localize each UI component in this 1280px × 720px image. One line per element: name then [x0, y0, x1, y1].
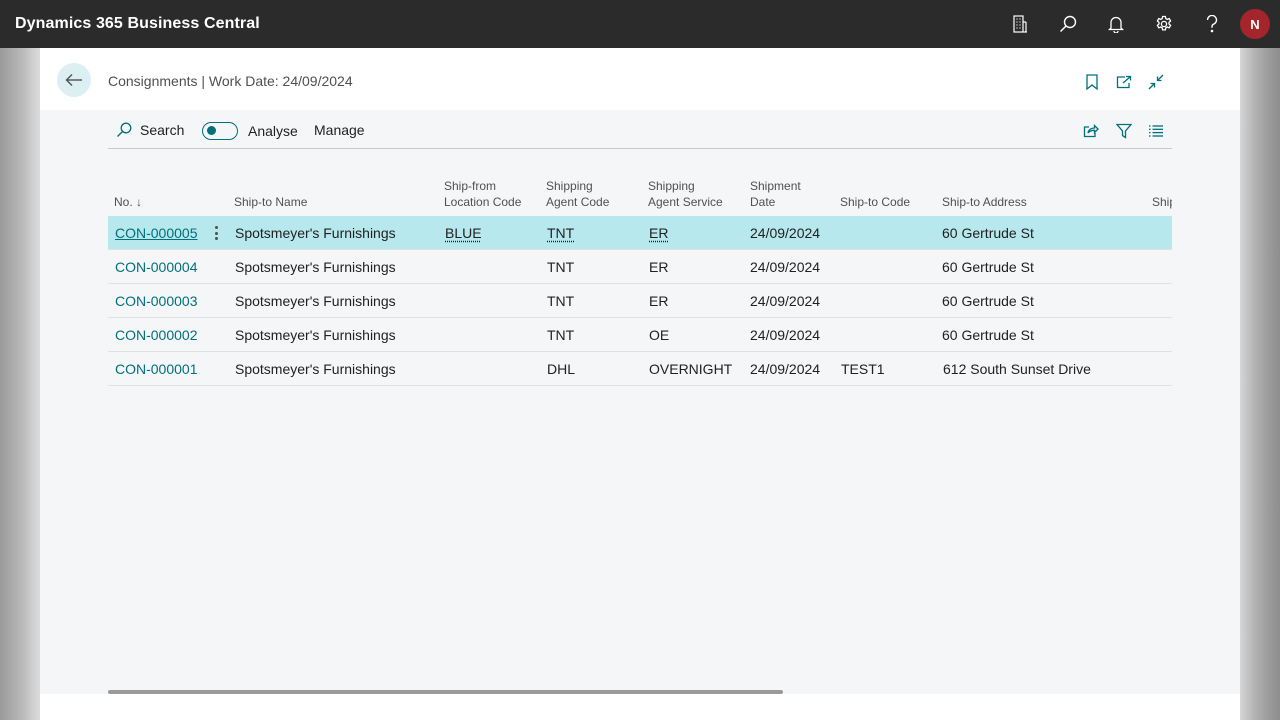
cell-agent: TNT	[547, 293, 575, 309]
collapse-icon[interactable]	[1145, 71, 1167, 93]
user-avatar[interactable]: N	[1240, 9, 1270, 39]
top-bar-actions: N	[996, 0, 1280, 48]
list-page-panel: Consignments | Work Date: 24/09/2024 Sea…	[40, 48, 1240, 720]
manage-label: Manage	[314, 122, 365, 138]
cell-ship-to-name: Spotsmeyer's Furnishings	[235, 225, 396, 241]
cell-no[interactable]: CON-000003	[115, 293, 198, 309]
cell-ship-to-name: Spotsmeyer's Furnishings	[235, 361, 396, 377]
page-title: Consignments | Work Date: 24/09/2024	[108, 73, 353, 89]
backdrop-right	[1240, 48, 1280, 720]
panel-footer	[40, 694, 1240, 720]
cell-no[interactable]: CON-000001	[115, 361, 198, 377]
column-header-agent-code[interactable]: Shipping Agent Code	[546, 178, 609, 210]
bell-icon[interactable]	[1092, 0, 1140, 48]
row-actions-icon[interactable]	[212, 225, 220, 241]
column-header-ship-to-code[interactable]: Ship-to Code	[840, 194, 910, 210]
column-header-no[interactable]: No. ↓	[114, 194, 142, 210]
column-header-shipment-date[interactable]: Shipment Date	[750, 178, 801, 210]
cell-no[interactable]: CON-000002	[115, 327, 198, 343]
cell-service: OVERNIGHT	[649, 361, 733, 377]
cell-agent: DHL	[547, 361, 576, 377]
table-row[interactable]: CON-000001 Spotsmeyer's Furnishings DHL …	[108, 352, 1172, 386]
consignments-grid: No. ↓ Ship-to Name Ship-from Location Co…	[108, 174, 1172, 389]
cell-date: 24/09/2024	[750, 327, 821, 343]
header-line: Agent Service	[648, 195, 723, 209]
bookmark-icon[interactable]	[1081, 71, 1103, 93]
analyse-switch[interactable]	[202, 122, 238, 140]
cell-service: OE	[649, 327, 670, 343]
cell-agent: TNT	[547, 259, 575, 275]
table-row[interactable]: CON-000005 Spotsmeyer's Furnishings BLUE…	[108, 216, 1172, 250]
header-line: Agent Code	[546, 195, 610, 209]
backdrop-left	[0, 48, 40, 720]
column-header-agent-service[interactable]: Shipping Agent Service	[648, 178, 723, 210]
page-header: Consignments | Work Date: 24/09/2024	[40, 48, 1240, 110]
cell-date: 24/09/2024	[750, 293, 821, 309]
cell-date: 24/09/2024	[750, 225, 821, 241]
help-icon[interactable]	[1188, 0, 1236, 48]
cell-service: ER	[649, 293, 669, 309]
table-row[interactable]: CON-000002 Spotsmeyer's Furnishings TNT …	[108, 318, 1172, 352]
header-line: Location Code	[444, 195, 522, 209]
action-bar: Search Analyse Manage	[108, 118, 1172, 149]
search-action[interactable]: Search	[116, 122, 184, 138]
column-header-truncated[interactable]: Ship	[1152, 194, 1172, 210]
header-line: Shipping	[546, 179, 593, 193]
gear-icon[interactable]	[1140, 0, 1188, 48]
back-button[interactable]	[57, 63, 91, 97]
share-icon[interactable]	[1081, 121, 1101, 141]
column-header-ship-from-location[interactable]: Ship-from Location Code	[444, 178, 521, 210]
header-line: Date	[750, 195, 776, 209]
cell-date: 24/09/2024	[750, 361, 821, 377]
cell-no[interactable]: CON-000005	[115, 225, 198, 241]
top-bar: Dynamics 365 Business Central N	[0, 0, 1280, 48]
table-row[interactable]: CON-000003 Spotsmeyer's Furnishings TNT …	[108, 284, 1172, 318]
cell-service: ER	[649, 259, 669, 275]
list-view-icon[interactable]	[1146, 121, 1166, 141]
cell-date: 24/09/2024	[750, 259, 821, 275]
manage-menu[interactable]: Manage	[314, 122, 365, 138]
cell-location[interactable]: BLUE	[445, 225, 482, 241]
analyse-label: Analyse	[248, 123, 298, 139]
analyse-toggle[interactable]: Analyse	[202, 122, 298, 140]
arrow-left-icon	[65, 74, 82, 86]
search-label: Search	[140, 122, 185, 138]
column-header-ship-to-name[interactable]: Ship-to Name	[234, 194, 307, 210]
cell-service[interactable]: ER	[649, 225, 668, 241]
cell-ship-to-code: TEST1	[841, 361, 885, 377]
table-row[interactable]: CON-000004 Spotsmeyer's Furnishings TNT …	[108, 250, 1172, 284]
cell-address: 60 Gertrude St	[942, 225, 1034, 241]
filter-icon[interactable]	[1114, 121, 1134, 141]
cell-address: 612 South Sunset Drive	[943, 361, 1091, 377]
header-line: Shipping	[648, 179, 695, 193]
column-header-ship-to-address[interactable]: Ship-to Address	[942, 194, 1027, 210]
cell-no[interactable]: CON-000004	[115, 259, 198, 275]
search-icon[interactable]	[1044, 0, 1092, 48]
cell-address: 60 Gertrude St	[942, 259, 1034, 275]
cell-ship-to-name: Spotsmeyer's Furnishings	[235, 293, 396, 309]
cell-address: 60 Gertrude St	[942, 327, 1034, 343]
cell-agent[interactable]: TNT	[547, 225, 574, 241]
header-line: Shipment	[750, 179, 801, 193]
search-icon	[117, 122, 132, 137]
header-line: Ship-from	[444, 179, 497, 193]
cell-agent: TNT	[547, 327, 575, 343]
company-icon[interactable]	[996, 0, 1044, 48]
app-title[interactable]: Dynamics 365 Business Central	[15, 15, 260, 33]
cell-address: 60 Gertrude St	[942, 293, 1034, 309]
open-new-window-icon[interactable]	[1113, 71, 1135, 93]
cell-ship-to-name: Spotsmeyer's Furnishings	[235, 259, 396, 275]
cell-ship-to-name: Spotsmeyer's Furnishings	[235, 327, 396, 343]
